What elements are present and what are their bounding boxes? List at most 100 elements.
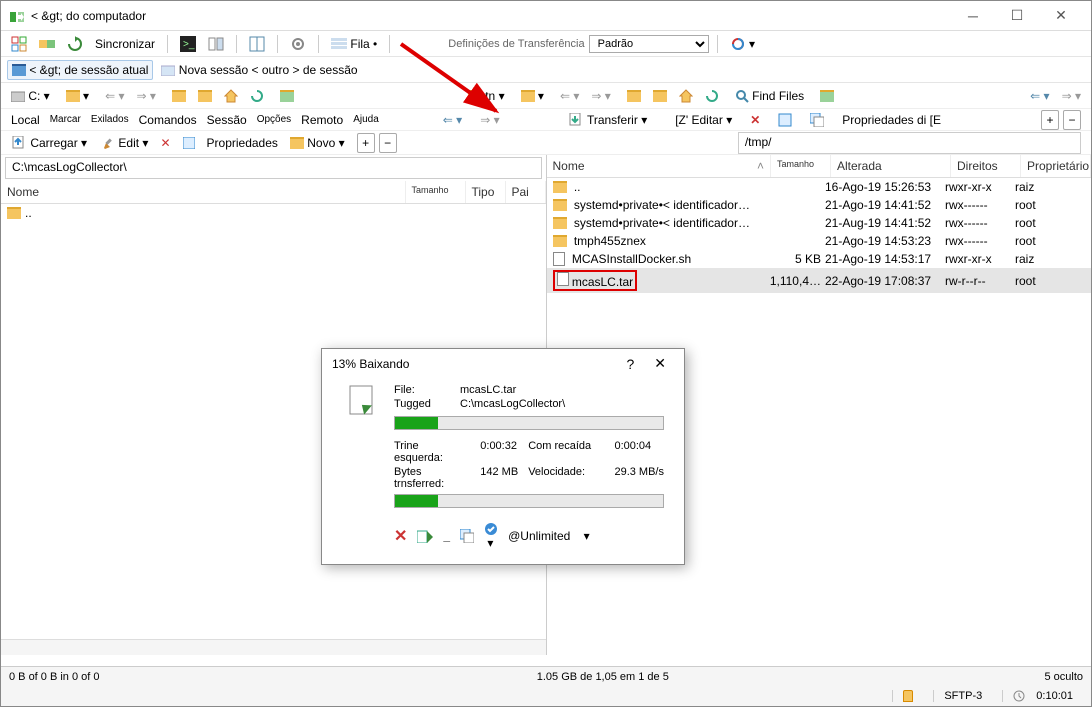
- folder-icon: [553, 217, 567, 229]
- reconnect-icon[interactable]: ▾: [726, 34, 759, 54]
- dialog-close-button[interactable]: ✕: [646, 355, 674, 372]
- queue-button[interactable]: Fila •: [327, 35, 381, 53]
- table-row[interactable]: systemd•private•< identificador…21-Ago-1…: [547, 196, 1092, 214]
- list-item[interactable]: ..: [1, 204, 546, 222]
- left-path[interactable]: C:\mcasLogCollector\: [5, 157, 542, 179]
- plus-icon-l[interactable]: +: [357, 133, 375, 153]
- minus-panel-icon[interactable]: −: [1063, 110, 1081, 130]
- open-folder-icon-l[interactable]: ▾: [62, 87, 93, 105]
- nav-back-menu[interactable]: ⇐ ▾: [439, 111, 466, 129]
- properties-button-r[interactable]: Propriedades di [E: [838, 111, 945, 129]
- table-row[interactable]: ..16-Ago-19 15:26:53rwxr-xr-xraiz: [547, 178, 1092, 196]
- reload-folder-icon-r[interactable]: [649, 88, 671, 104]
- drive-select-left[interactable]: C: ▾: [7, 87, 54, 105]
- compare-icon[interactable]: [204, 34, 228, 54]
- protocol-status: SFTP-3: [933, 690, 992, 702]
- col-size-l[interactable]: Tamanho: [406, 181, 466, 203]
- plus-panel-icon[interactable]: +: [1041, 110, 1059, 130]
- layout-icon[interactable]: [7, 34, 31, 54]
- reload-folder-icon-l[interactable]: [194, 88, 216, 104]
- copy-props-icon[interactable]: [806, 111, 828, 129]
- speed-limit[interactable]: @Unlimited: [508, 529, 570, 543]
- forward-icon-r[interactable]: ⇒ ▾: [587, 87, 614, 105]
- delete-icon-l[interactable]: ✕: [156, 134, 174, 152]
- table-row[interactable]: systemd•private•< identificador…21-Aug-1…: [547, 214, 1092, 232]
- close-button[interactable]: ✕: [1039, 2, 1083, 30]
- dialog-help-button[interactable]: ?: [614, 356, 646, 372]
- col-size-r[interactable]: Tamanho: [771, 155, 831, 177]
- table-row[interactable]: mcasLC.tar1,110,4…22-Ago-19 17:08:37rw-r…: [547, 268, 1092, 293]
- transfer-preset-select[interactable]: Padrão: [589, 35, 709, 53]
- table-row[interactable]: MCASInstallDocker.sh5 KB21-Ago-19 14:53:…: [547, 250, 1092, 268]
- dash-icon[interactable]: _: [443, 529, 450, 543]
- upload-button[interactable]: Carregar ▾: [7, 134, 91, 152]
- copy-transfer-icon[interactable]: [460, 529, 474, 543]
- menu-options[interactable]: Opções: [257, 114, 291, 125]
- menu-mark[interactable]: Marcar: [50, 114, 81, 125]
- col-type-l[interactable]: Tipo: [466, 181, 506, 203]
- bookmark-icon-r[interactable]: [816, 88, 838, 104]
- left-scrollbar-h[interactable]: [1, 639, 546, 655]
- right-path[interactable]: /tmp/: [738, 132, 1081, 154]
- new-session-tab[interactable]: Nova sessão < outro > de sessão: [157, 61, 361, 79]
- nav-back-far[interactable]: ⇐ ▾: [1026, 87, 1053, 105]
- drive-select-right[interactable]: tn ▾: [464, 87, 509, 105]
- minimize-button[interactable]: ─: [951, 2, 995, 30]
- menu-session[interactable]: Sessão: [207, 113, 247, 127]
- col-owner-r[interactable]: Proprietário: [1021, 155, 1091, 177]
- home-icon-l[interactable]: [220, 87, 242, 105]
- throttle-icon[interactable]: ▾: [484, 522, 498, 550]
- new-button[interactable]: Novo ▾: [286, 134, 349, 152]
- nav-forward-far[interactable]: ⇒ ▾: [1058, 87, 1085, 105]
- speed-label: Velocidade:: [528, 466, 604, 490]
- minus-icon-l[interactable]: −: [379, 133, 397, 153]
- sync-label: Sincronizar: [95, 37, 155, 51]
- minimize-transfer-icon[interactable]: [417, 529, 433, 543]
- sync-button[interactable]: Sincronizar: [91, 35, 159, 53]
- menu-help[interactable]: Ajuda: [353, 114, 379, 125]
- forward-icon-l[interactable]: ⇒ ▾: [132, 87, 159, 105]
- refresh-icon-r[interactable]: [701, 87, 723, 105]
- table-row[interactable]: tmph455znex21-Ago-19 14:53:23rwx------ro…: [547, 232, 1092, 250]
- layout-toggle-icon[interactable]: [245, 34, 269, 54]
- menu-remote[interactable]: Remoto: [301, 113, 343, 127]
- find-files-button[interactable]: Find Files: [731, 87, 808, 105]
- home-icon-r[interactable]: [675, 87, 697, 105]
- status-left: 0 B of 0 B in 0 of 0: [9, 671, 517, 683]
- menu-exilados[interactable]: Exilados: [91, 114, 129, 125]
- up-folder-icon-l[interactable]: [168, 88, 190, 104]
- props-small-icon[interactable]: [179, 135, 199, 151]
- col-name-r[interactable]: Nome ˄: [547, 155, 772, 177]
- col-parent-l[interactable]: Pai: [506, 181, 546, 203]
- up-folder-icon-r[interactable]: [623, 88, 645, 104]
- lock-icon: [903, 690, 913, 702]
- session-tab-active[interactable]: < &gt; de sessão atual: [7, 60, 153, 80]
- back-icon-l[interactable]: ⇐ ▾: [101, 87, 128, 105]
- refresh-icon-l[interactable]: [246, 87, 268, 105]
- col-rights-r[interactable]: Direitos: [951, 155, 1021, 177]
- properties-button-l[interactable]: Propriedades: [203, 134, 282, 152]
- menu-local[interactable]: Local: [11, 113, 40, 127]
- edit-button[interactable]: Edit ▾: [99, 134, 152, 152]
- folder-icon: [553, 199, 567, 211]
- menu-commands[interactable]: Comandos: [139, 113, 197, 127]
- sync-reload-icon[interactable]: [63, 34, 87, 54]
- props-icon-r[interactable]: [774, 111, 796, 129]
- lock-status: [892, 690, 923, 702]
- col-name-l[interactable]: Nome: [1, 181, 406, 203]
- maximize-button[interactable]: ☐: [995, 2, 1039, 30]
- col-changed-r[interactable]: Alterada: [831, 155, 951, 177]
- settings-icon[interactable]: [286, 34, 310, 54]
- sync-folders-icon[interactable]: [35, 34, 59, 54]
- back-icon-r[interactable]: ⇐ ▾: [556, 87, 583, 105]
- nav-fwd-menu[interactable]: ⇒ ▾: [476, 111, 503, 129]
- folder-icon: [553, 235, 567, 247]
- bookmark-icon-l[interactable]: [276, 88, 298, 104]
- statusbar: 0 B of 0 B in 0 of 0 1.05 GB de 1,05 em …: [1, 666, 1091, 706]
- terminal-icon[interactable]: >_: [176, 34, 200, 54]
- transferir-button[interactable]: Transferir ▾: [564, 111, 652, 129]
- open-folder-icon-r[interactable]: ▾: [517, 87, 548, 105]
- cancel-transfer-icon[interactable]: ✕: [394, 526, 407, 546]
- editar-button[interactable]: [Z' Editar ▾: [671, 111, 736, 129]
- delete-icon[interactable]: ✕: [746, 111, 764, 129]
